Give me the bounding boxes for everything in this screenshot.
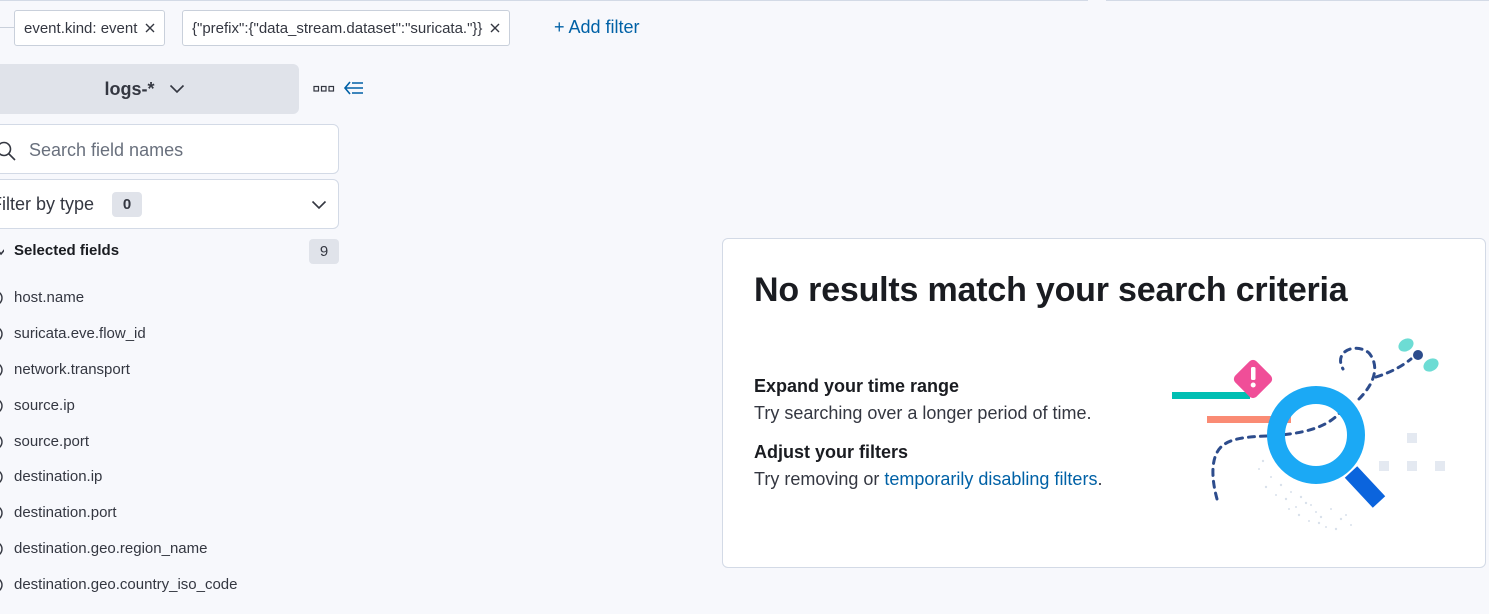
disable-filters-link[interactable]: temporarily disabling filters <box>884 469 1097 489</box>
close-icon[interactable] <box>144 22 156 34</box>
field-name: network.transport <box>14 361 130 378</box>
filter-pill-dataset-prefix[interactable]: {"prefix":{"data_stream.dataset":"surica… <box>182 10 511 46</box>
no-results-card: No results match your search criteria Ex… <box>722 238 1486 568</box>
filter-bar-stub <box>0 27 14 28</box>
search-field-names-input[interactable] <box>29 137 319 163</box>
field-name: destination.geo.region_name <box>14 540 208 557</box>
filter-pill-event-kind[interactable]: event.kind: event <box>14 10 166 46</box>
field-name: suricata.eve.flow_id <box>14 325 146 342</box>
index-pattern-label: logs-* <box>104 78 155 99</box>
field-type-icon <box>0 504 8 522</box>
tip-heading-filters: Adjust your filters <box>754 442 909 462</box>
field-type-icon <box>0 289 8 307</box>
tip-text-prefix: Try removing or <box>754 469 885 489</box>
tip-text-time-range: Try searching over a longer period of ti… <box>754 403 1092 423</box>
chevron-down-icon <box>311 197 327 215</box>
selected-fields-title[interactable]: Selected fields <box>14 242 119 259</box>
field-search-box <box>0 124 339 174</box>
add-filter-button[interactable]: + Add filter <box>554 17 640 38</box>
field-name: destination.geo.country_iso_code <box>14 576 238 593</box>
field-name: source.ip <box>14 397 75 414</box>
magnifying-glass-illustration-icon <box>1171 337 1461 542</box>
field-type-icon <box>0 468 8 486</box>
filter-pill-label: {"prefix":{"data_stream.dataset":"surica… <box>192 19 483 37</box>
field-type-icon <box>0 325 8 343</box>
field-type-icon <box>0 397 8 415</box>
chevron-down-icon[interactable] <box>0 244 4 256</box>
field-type-icon <box>0 576 8 594</box>
no-results-title: No results match your search criteria <box>754 271 1348 309</box>
filter-by-type-label: Filter by type <box>0 194 95 214</box>
field-name: destination.ip <box>14 468 103 485</box>
chevron-down-icon <box>169 84 185 94</box>
top-divider <box>0 0 1489 1</box>
filter-count-badge: 0 <box>112 192 142 217</box>
index-pattern-selector[interactable]: logs-* <box>0 64 299 114</box>
close-icon[interactable] <box>489 22 501 34</box>
tip-text-filters: Try removing or temporarily disabling fi… <box>754 469 1102 490</box>
selected-fields-count-badge: 9 <box>309 239 339 264</box>
field-name: source.port <box>14 433 90 450</box>
search-icon <box>0 140 17 167</box>
collapse-sidebar-icon[interactable] <box>343 79 365 102</box>
tip-text-suffix: . <box>1097 469 1103 489</box>
more-options-icon[interactable] <box>313 80 335 98</box>
filter-by-type-button[interactable]: Filter by type 0 <box>0 179 339 229</box>
field-type-icon <box>0 361 8 379</box>
field-name: host.name <box>14 289 85 306</box>
field-type-icon <box>0 540 8 558</box>
field-name: destination.port <box>14 504 117 521</box>
filter-pill-label: event.kind: event <box>24 19 138 37</box>
field-type-icon <box>0 433 8 451</box>
tip-heading-time-range: Expand your time range <box>754 376 960 396</box>
discover-page: event.kind: event {"prefix":{"data_strea… <box>0 0 1489 614</box>
